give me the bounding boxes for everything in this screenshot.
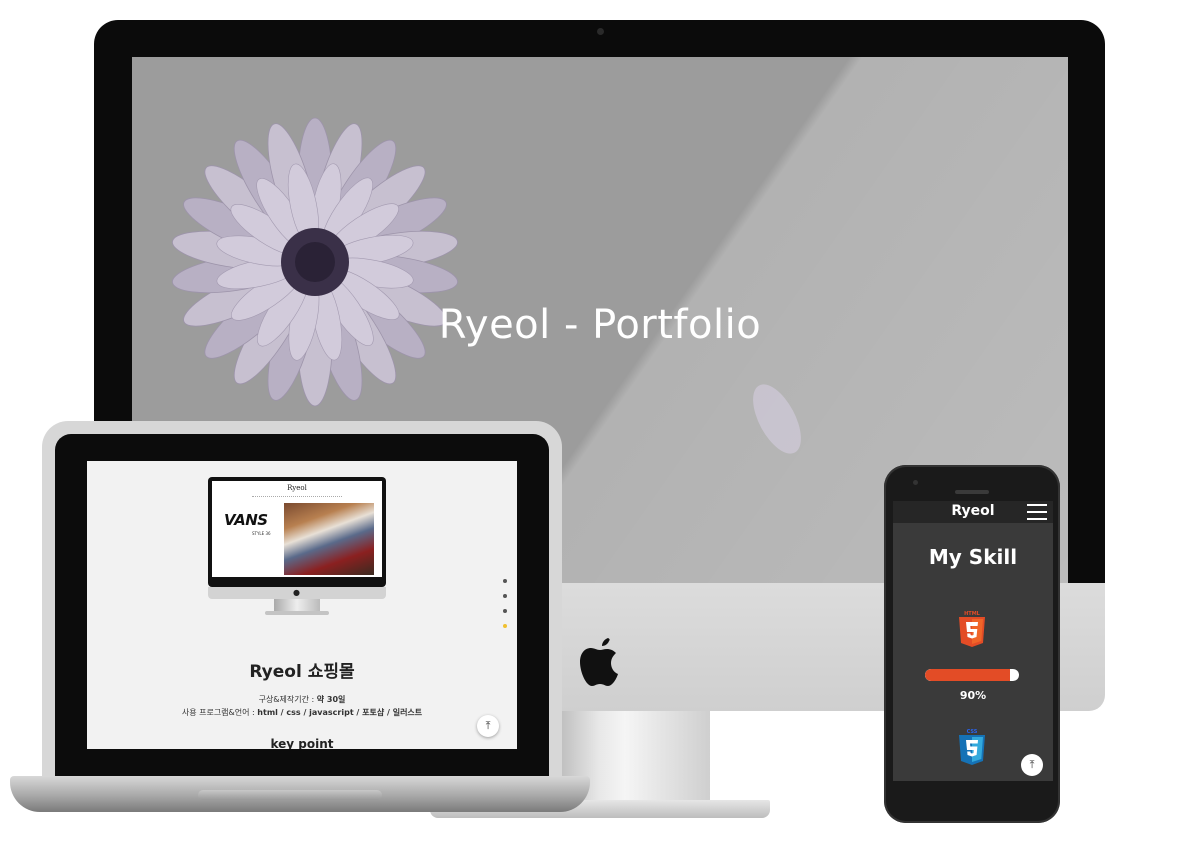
nav-dot-1[interactable] [503, 579, 507, 583]
flower-center-inner [295, 242, 335, 282]
project-tools: 사용 프로그램&언어 : html / css / javascript / 포… [87, 707, 517, 718]
html-skill-percent: 90% [959, 689, 987, 702]
device-mockup-stage: Ryeol - Portfolio Ryeol VANS STYLE 36 ● … [0, 0, 1200, 850]
laptop-trackpad-notch [198, 790, 382, 800]
project-title: Ryeol 쇼핑몰 [249, 662, 355, 682]
preview-monitor-foot [265, 611, 329, 615]
html-skill-bar [925, 669, 1019, 681]
preview-banner-photo [284, 503, 374, 575]
preview-banner-logo: VANS [224, 511, 268, 529]
imac-camera [597, 28, 604, 35]
svg-text:CSS: CSS [967, 729, 978, 735]
period-value: 약 30일 [316, 695, 346, 704]
key-point-heading: key point [270, 737, 334, 749]
project-preview-monitor[interactable]: Ryeol VANS STYLE 36 [208, 477, 386, 587]
preview-banner-sub: STYLE 36 [252, 531, 271, 536]
period-label: 구상&제작기간 : [258, 695, 315, 704]
hero-title: Ryeol - Portfolio [438, 302, 762, 348]
falling-petal [753, 384, 801, 454]
nav-dot-3[interactable] [503, 609, 507, 613]
section-nav-dots [503, 579, 509, 639]
arrow-up-to-top-icon: ⤒ [485, 719, 491, 732]
preview-apple-icon: ● [293, 588, 300, 597]
tools-label: 사용 프로그램&언어 : [181, 708, 255, 717]
html-skill-bar-fill [925, 669, 1010, 681]
nav-dot-2[interactable] [503, 594, 507, 598]
skill-section-title: My Skill [928, 545, 1018, 569]
laptop-screen: Ryeol VANS STYLE 36 ● Ryeol 쇼핑몰 구상&제작기간 … [87, 461, 517, 749]
svg-text:HTML: HTML [964, 611, 981, 617]
preview-monitor-stand [274, 599, 320, 611]
html5-icon: HTML [959, 611, 985, 647]
css3-icon: CSS [959, 729, 985, 765]
preview-brand: Ryeol [287, 484, 307, 492]
scroll-top-button[interactable]: ⤒ [477, 715, 499, 737]
project-period: 구상&제작기간 : 약 30일 [87, 694, 517, 705]
project-preview-screen: Ryeol VANS STYLE 36 [212, 481, 382, 577]
phone-header: Ryeol [893, 501, 1053, 523]
phone-speaker [955, 490, 989, 494]
tools-value: html / css / javascript / 포토샵 / 일러스트 [257, 708, 423, 717]
arrow-up-to-top-icon: ⤒ [1029, 758, 1035, 771]
hamburger-menu-icon[interactable] [1027, 504, 1047, 520]
phone-camera [913, 480, 918, 485]
scroll-top-button[interactable]: ⤒ [1021, 754, 1043, 776]
apple-logo-icon [580, 638, 618, 686]
nav-dot-4-active[interactable] [503, 624, 507, 628]
phone-screen: Ryeol My Skill HTML 90% CSS ⤒ [893, 501, 1053, 781]
preview-nav [252, 496, 342, 499]
